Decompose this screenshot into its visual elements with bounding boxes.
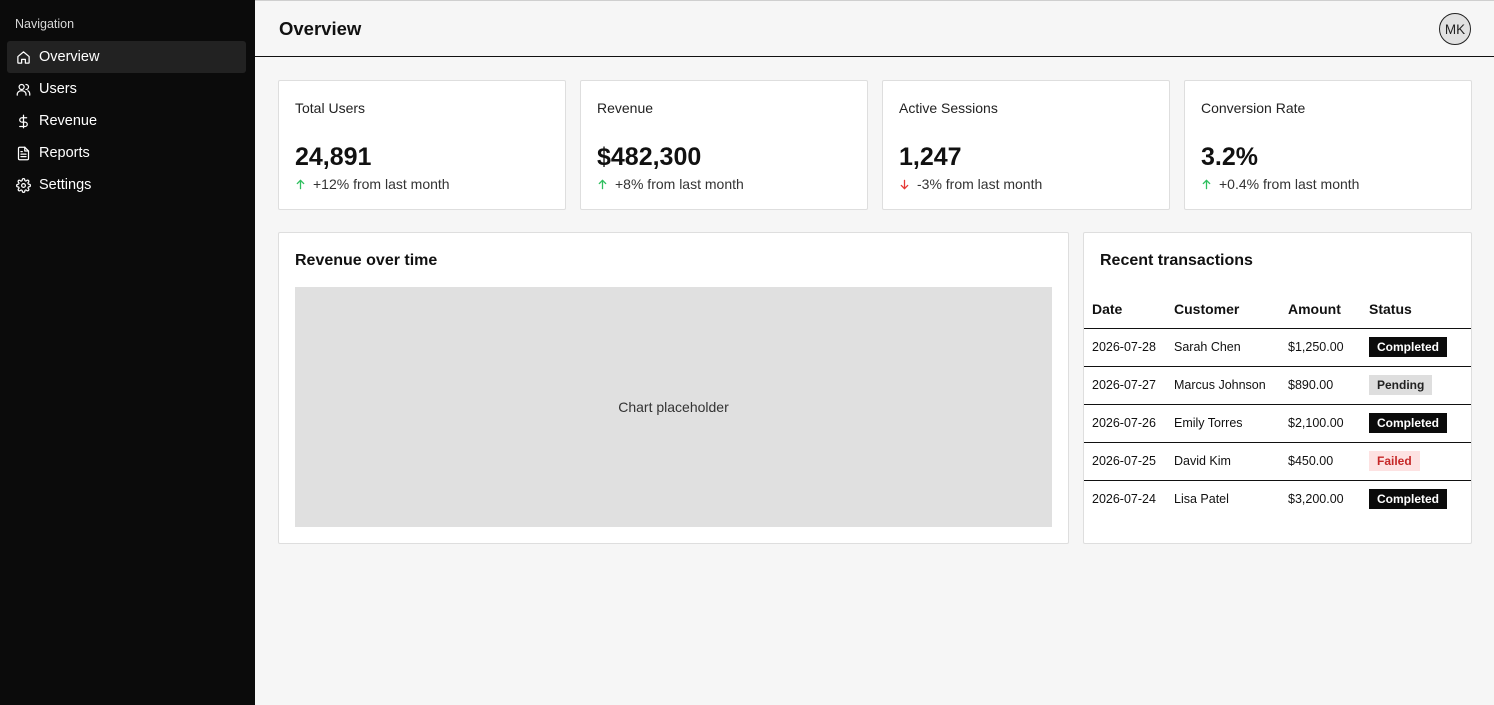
sidebar-item-reports[interactable]: Reports (7, 137, 246, 169)
sidebar-item-label: Revenue (39, 113, 98, 129)
cell-customer: Sarah Chen (1174, 328, 1288, 367)
sidebar-item-label: Reports (39, 145, 90, 161)
cell-customer: David Kim (1174, 442, 1288, 481)
gear-icon (16, 177, 31, 193)
stat-card-total-users: Total Users 24,891 +12% from last month (278, 80, 566, 210)
sidebar-item-label: Users (39, 81, 77, 97)
cell-amount: $890.00 (1288, 366, 1369, 405)
cell-amount: $1,250.00 (1288, 328, 1369, 367)
cell-customer: Lisa Patel (1174, 492, 1229, 507)
arrow-up-icon (1202, 179, 1211, 189)
sidebar-item-users[interactable]: Users (7, 73, 246, 105)
table-row[interactable]: 2026-07-27 Marcus Johnson $890.00 Pendin… (1084, 366, 1471, 405)
cell-amount: $450.00 (1288, 442, 1369, 481)
sidebar-item-overview[interactable]: Overview (7, 41, 246, 73)
cell-customer: Emily Torres (1174, 404, 1288, 443)
stat-change: +8% from last month (597, 176, 744, 192)
page-title: Overview (279, 18, 362, 39)
status-badge: Completed (1369, 337, 1448, 357)
users-icon (16, 83, 31, 96)
cell-status: Pending (1369, 366, 1471, 405)
sidebar-item-label: Overview (39, 49, 100, 65)
stat-change-text: +8% from last month (615, 176, 744, 192)
table-row[interactable]: 2026-07-28 Sarah Chen $1,250.00 Complete… (1084, 328, 1471, 367)
status-badge: Failed (1369, 451, 1420, 471)
column-header-status: Status (1369, 290, 1471, 329)
table-header-row: Date Customer Amount Status (1084, 290, 1471, 329)
cell-date: 2026-07-27 (1084, 366, 1174, 405)
cell-customer: Marcus Johnson (1174, 366, 1288, 405)
cell-date: 2026-07-26 (1084, 404, 1174, 443)
status-badge: Completed (1369, 413, 1448, 433)
cell-status: Completed (1369, 480, 1471, 518)
stat-card-revenue: Revenue $482,300 +8% from last month (580, 80, 868, 210)
cell-amount: $3,200.00 (1288, 492, 1344, 507)
table-row[interactable]: 2026-07-25 David Kim $450.00 Failed (1084, 442, 1471, 481)
top-header: Overview MK (255, 0, 1494, 57)
nav-heading: Navigation (15, 17, 75, 31)
stat-label: Total Users (295, 100, 366, 116)
home-icon (17, 50, 30, 64)
arrow-up-icon (598, 179, 607, 189)
stat-value: 24,891 (295, 143, 372, 171)
file-text-icon (17, 146, 30, 160)
stat-change: -3% from last month (899, 176, 1042, 192)
stat-card-conversion-rate: Conversion Rate 3.2% +0.4% from last mon… (1184, 80, 1472, 210)
chart-title: Revenue over time (295, 252, 438, 269)
cell-status: Failed (1369, 442, 1471, 481)
avatar[interactable]: MK (1439, 13, 1471, 45)
cell-amount: $2,100.00 (1288, 404, 1369, 443)
cell-date: 2026-07-25 (1084, 442, 1174, 481)
revenue-chart-card: Revenue over time Chart placeholder (278, 232, 1069, 544)
column-header-amount: Amount (1288, 290, 1369, 329)
stat-label: Revenue (597, 100, 654, 116)
sidebar-item-revenue[interactable]: Revenue (7, 105, 246, 137)
arrow-down-icon (900, 179, 909, 189)
cell-date: 2026-07-24 (1092, 492, 1156, 507)
stat-change-text: +12% from last month (313, 176, 450, 192)
transactions-table: Date Customer Amount Status 2026-07-28 S… (1084, 290, 1471, 518)
nav-list: Overview Users Revenue Reports Settings (7, 41, 246, 201)
stat-label: Active Sessions (899, 100, 998, 116)
stat-value: 3.2% (1201, 143, 1258, 171)
stat-card-active-sessions: Active Sessions 1,247 -3% from last mont… (882, 80, 1170, 210)
arrow-up-icon (296, 179, 305, 189)
table-row[interactable]: 2026-07-24 Lisa Patel $3,200.00 Complete… (1084, 480, 1471, 518)
sidebar: Navigation Overview Users Revenue Report… (0, 0, 255, 705)
status-badge: Pending (1369, 375, 1433, 395)
stat-change-text: -3% from last month (917, 176, 1043, 192)
table-row[interactable]: 2026-07-26 Emily Torres $2,100.00 Comple… (1084, 404, 1471, 443)
sidebar-item-settings[interactable]: Settings (7, 169, 246, 201)
stat-change-text: +0.4% from last month (1219, 176, 1360, 192)
cell-status: Completed (1369, 404, 1471, 443)
column-header-date: Date (1084, 290, 1174, 329)
cell-status: Completed (1369, 328, 1471, 367)
column-header-customer: Customer (1174, 290, 1288, 329)
stat-label: Conversion Rate (1201, 100, 1306, 116)
dollar-icon (19, 114, 28, 128)
stat-change: +12% from last month (295, 176, 450, 192)
cell-date: 2026-07-28 (1084, 328, 1174, 367)
sidebar-item-label: Settings (39, 177, 92, 193)
stat-value: 1,247 (899, 143, 962, 171)
status-badge: Completed (1369, 489, 1448, 510)
chart-placeholder: Chart placeholder (295, 287, 1052, 527)
recent-transactions-card: Recent transactions Date Customer Amount… (1083, 232, 1472, 544)
stat-value: $482,300 (597, 143, 702, 171)
stat-change: +0.4% from last month (1201, 176, 1359, 192)
chart-placeholder-text: Chart placeholder (618, 399, 729, 415)
transactions-title: Recent transactions (1100, 252, 1253, 269)
